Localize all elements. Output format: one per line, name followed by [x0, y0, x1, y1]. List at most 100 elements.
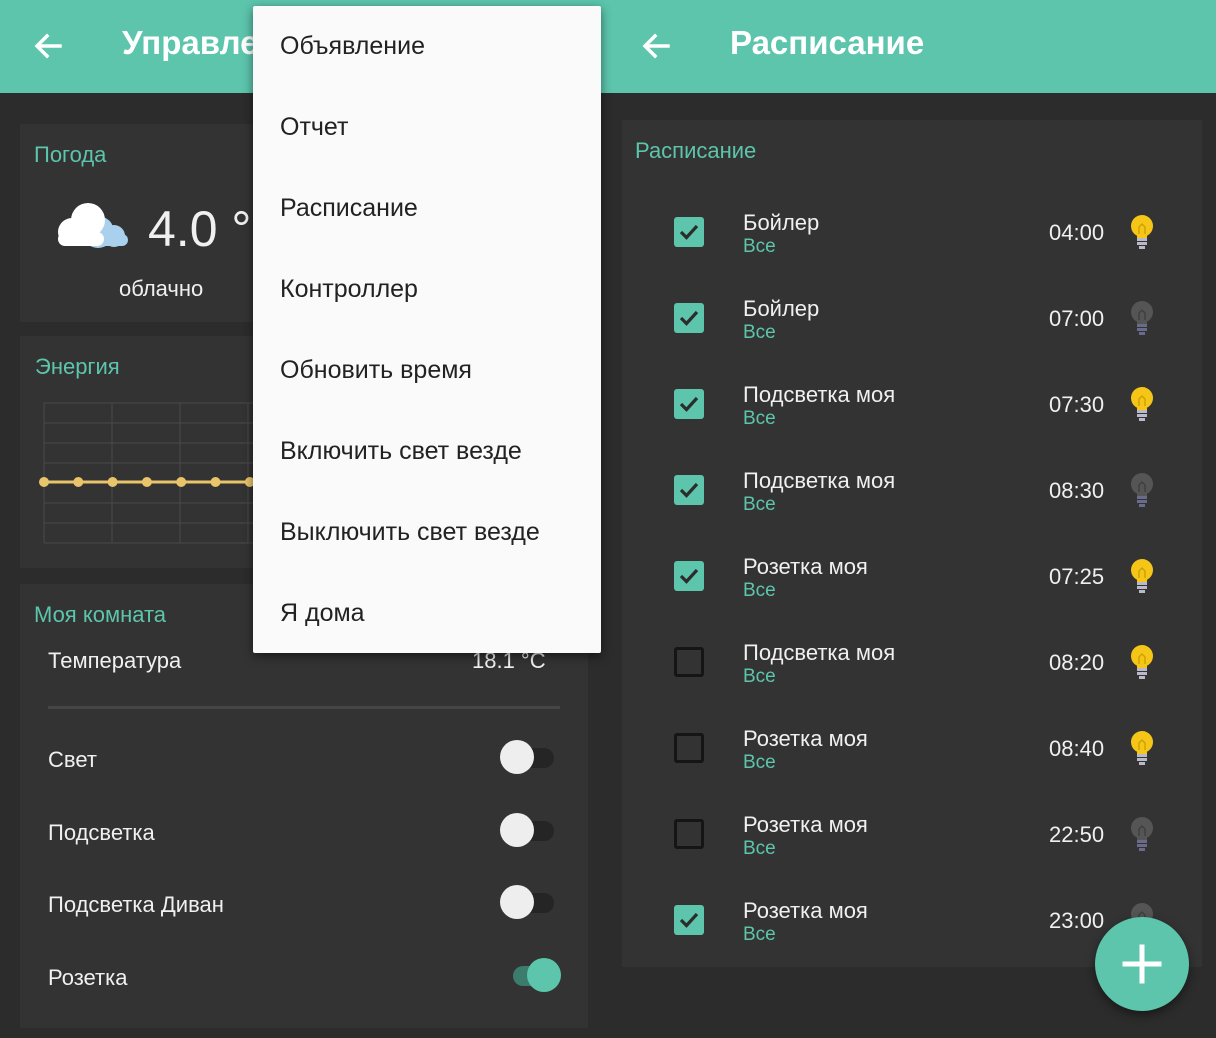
- schedule-row-device: Подсветка моя: [743, 640, 896, 665]
- menu-item-home[interactable]: Я дома: [253, 573, 601, 654]
- menu-item-label: Расписание: [280, 194, 418, 222]
- check-icon: [679, 396, 699, 412]
- switch-thumb: [500, 885, 534, 919]
- check-icon: [679, 224, 699, 240]
- schedule-screen: Расписание Расписание Бойлер Все 04:00 Бойл…: [608, 0, 1216, 1038]
- menu-item-report[interactable]: Отчет: [253, 87, 601, 168]
- room-temperature-label: Температура: [48, 648, 182, 673]
- schedule-row-time: 22:50: [1049, 822, 1105, 847]
- room-card-title: Моя комната: [34, 602, 167, 627]
- menu-item-label: Отчет: [280, 113, 349, 141]
- schedule-row-device: Розетка моя: [743, 726, 868, 751]
- menu-item-announcement[interactable]: Объявление: [253, 6, 601, 87]
- add-schedule-button[interactable]: [1095, 917, 1189, 1011]
- schedule-row[interactable]: Розетка моя Все 08:40: [622, 714, 1202, 800]
- menu-item-schedule[interactable]: Расписание: [253, 168, 601, 249]
- lightbulb-icon: [1131, 645, 1153, 679]
- menu-item-lights-off[interactable]: Выключить свет везде: [253, 492, 601, 573]
- schedule-row[interactable]: Бойлер Все 04:00: [622, 198, 1202, 284]
- menu-item-label: Обновить время: [280, 356, 472, 384]
- energy-card-title: Энергия: [35, 354, 120, 379]
- schedule-row-device: Розетка моя: [743, 812, 868, 837]
- check-icon: [679, 310, 699, 326]
- lightbulb-icon: [1131, 215, 1153, 249]
- lightbulb-icon: [1131, 301, 1153, 335]
- switch-thumb: [500, 813, 534, 847]
- switch-thumb: [500, 740, 534, 774]
- schedule-row[interactable]: Подсветка моя Все 08:20: [622, 628, 1202, 714]
- schedule-card-title: Расписание: [635, 138, 757, 163]
- lightbulb-icon: [1131, 387, 1153, 421]
- switch-thumb: [527, 958, 561, 992]
- schedule-row[interactable]: Подсветка моя Все 08:30: [622, 456, 1202, 542]
- schedule-row-checkbox[interactable]: [674, 819, 704, 849]
- menu-item-update-time[interactable]: Обновить время: [253, 330, 601, 411]
- schedule-row-time: 08:30: [1049, 478, 1105, 503]
- switch-socket-toggle[interactable]: [505, 956, 561, 996]
- schedule-row-time: 07:00: [1049, 306, 1105, 331]
- schedule-row-checkbox[interactable]: [674, 647, 704, 677]
- schedule-row-checkbox[interactable]: [674, 905, 704, 935]
- schedule-row-checkbox[interactable]: [674, 303, 704, 333]
- switch-label-sofa-backlight: Подсветка Диван: [48, 892, 224, 917]
- schedule-row-days: Все: [743, 666, 776, 687]
- schedule-row[interactable]: Розетка моя Все 22:50: [622, 800, 1202, 886]
- energy-data-point: [141, 477, 152, 487]
- menu-item-label: Включить свет везде: [280, 437, 522, 465]
- schedule-row-days: Все: [743, 838, 776, 859]
- arrow-left-icon[interactable]: [28, 26, 68, 66]
- schedule-row-time: 04:00: [1049, 220, 1105, 245]
- schedule-row-days: Все: [743, 580, 776, 601]
- schedule-row-device: Подсветка моя: [743, 468, 896, 493]
- schedule-row[interactable]: Бойлер Все 07:00: [622, 284, 1202, 370]
- lightbulb-icon: [1131, 473, 1153, 507]
- energy-data-point: [73, 477, 84, 487]
- plus-icon: [1122, 944, 1162, 984]
- switch-backlight-toggle[interactable]: [500, 811, 556, 851]
- schedule-row-days: Все: [743, 752, 776, 773]
- schedule-row-checkbox[interactable]: [674, 217, 704, 247]
- switch-label-light: Свет: [48, 747, 97, 772]
- menu-item-lights-on[interactable]: Включить свет везде: [253, 411, 601, 492]
- menu-item-label: Я дома: [280, 599, 365, 627]
- lightbulb-icon: [1131, 731, 1153, 765]
- schedule-row-days: Все: [743, 494, 776, 515]
- schedule-row-time: 07:30: [1049, 392, 1105, 417]
- schedule-row-checkbox[interactable]: [674, 733, 704, 763]
- schedule-row-device: Розетка моя: [743, 898, 868, 923]
- arrow-left-icon[interactable]: [636, 26, 676, 66]
- schedule-row-time: 23:00: [1049, 908, 1105, 933]
- energy-chart: [39, 402, 278, 544]
- schedule-row-checkbox[interactable]: [674, 389, 704, 419]
- menu-item-controller[interactable]: Контроллер: [253, 249, 601, 330]
- schedule-row-days: Все: [743, 322, 776, 343]
- schedule-row-days: Все: [743, 408, 776, 429]
- switch-sofa-backlight-toggle[interactable]: [500, 883, 556, 923]
- schedule-row-time: 08:20: [1049, 650, 1105, 675]
- switch-light-toggle[interactable]: [500, 738, 556, 778]
- schedule-row-checkbox[interactable]: [674, 475, 704, 505]
- page-title: Расписание: [730, 24, 925, 61]
- energy-data-point: [176, 477, 187, 487]
- switch-label-backlight: Подсветка: [48, 820, 155, 845]
- schedule-row-days: Все: [743, 236, 776, 257]
- check-icon: [679, 568, 699, 584]
- check-icon: [679, 912, 699, 928]
- energy-data-point: [39, 477, 49, 487]
- schedule-card: Расписание Бойлер Все 04:00 Бойлер Все 07:00 П…: [622, 120, 1202, 967]
- schedule-row-time: 07:25: [1049, 564, 1105, 589]
- schedule-row-device: Подсветка моя: [743, 382, 896, 407]
- cloud-icon: [58, 203, 128, 248]
- schedule-row[interactable]: Розетка моя Все 07:25: [622, 542, 1202, 628]
- lightbulb-icon: [1131, 817, 1153, 851]
- menu-item-label: Выключить свет везде: [280, 518, 540, 546]
- schedule-row-device: Бойлер: [743, 210, 820, 235]
- schedule-row-checkbox[interactable]: [674, 561, 704, 591]
- schedule-row-time: 08:40: [1049, 736, 1105, 761]
- check-icon: [679, 482, 699, 498]
- lightbulb-icon: [1131, 559, 1153, 593]
- schedule-row-device: Бойлер: [743, 296, 820, 321]
- switch-label-socket: Розетка: [48, 965, 128, 990]
- schedule-row[interactable]: Подсветка моя Все 07:30: [622, 370, 1202, 456]
- energy-data-point: [107, 477, 118, 487]
